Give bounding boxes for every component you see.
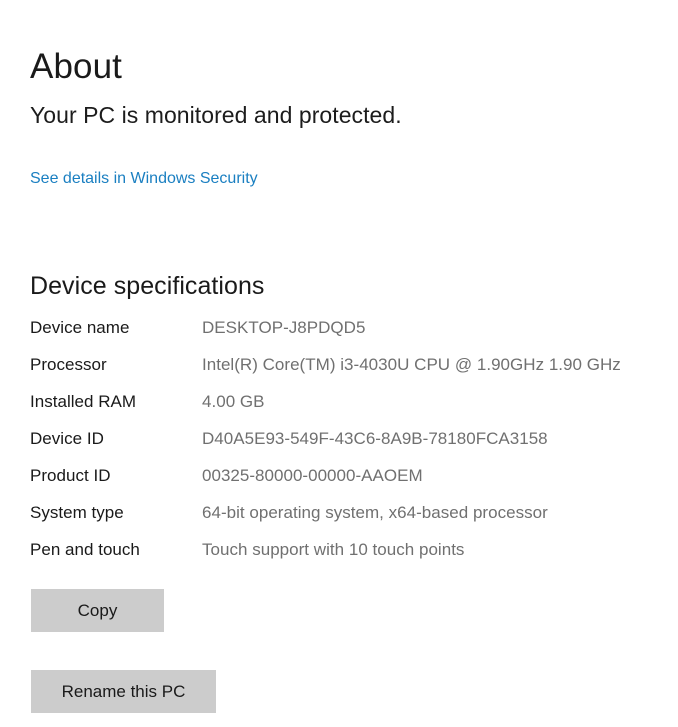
spec-label-device-id: Device ID: [30, 429, 104, 448]
device-specifications-heading: Device specifications: [30, 271, 265, 300]
spec-value-system-type: 64-bit operating system, x64-based proce…: [202, 503, 548, 522]
spec-label-system-type: System type: [30, 503, 124, 522]
spec-value-processor: Intel(R) Core(TM) i3-4030U CPU @ 1.90GHz…: [202, 355, 621, 374]
spec-label-device-name: Device name: [30, 318, 130, 337]
spec-value-product-id: 00325-80000-00000-AAOEM: [202, 466, 423, 485]
table-row: Device ID D40A5E93-549F-43C6-8A9B-78180FC…: [30, 427, 678, 464]
spec-value-pen-and-touch: Touch support with 10 touch points: [202, 540, 465, 559]
spec-label-pen-and-touch: Pen and touch: [30, 540, 140, 559]
spec-label-processor: Processor: [30, 355, 107, 374]
spec-label-installed-ram: Installed RAM: [30, 392, 137, 411]
copy-button[interactable]: Copy: [31, 589, 164, 632]
windows-security-details-link[interactable]: See details in Windows Security: [30, 168, 258, 190]
spec-label-product-id: Product ID: [30, 466, 111, 485]
spec-value-device-name: DESKTOP-J8PDQD5: [202, 318, 366, 337]
spec-value-installed-ram: 4.00 GB: [202, 392, 265, 411]
table-row: Processor Intel(R) Core(TM) i3-4030U CPU …: [30, 353, 678, 390]
protection-status-text: Your PC is monitored and protected.: [30, 102, 402, 128]
table-row: Device name DESKTOP-J8PDQD5: [30, 316, 678, 353]
about-settings-page: About Your PC is monitored and protected…: [0, 0, 678, 727]
device-specifications-table: Device name DESKTOP-J8PDQD5 Processor Inte…: [30, 316, 678, 575]
page-title: About: [30, 47, 122, 87]
rename-this-pc-button[interactable]: Rename this PC: [31, 670, 216, 713]
table-row: System type 64-bit operating system, x64-…: [30, 501, 678, 538]
table-row: Installed RAM 4.00 GB: [30, 390, 678, 427]
table-row: Product ID 00325-80000-00000-AAOEM: [30, 464, 678, 501]
spec-value-device-id: D40A5E93-549F-43C6-8A9B-78180FCA3158: [202, 429, 548, 448]
table-row: Pen and touch Touch support with 10 touch…: [30, 538, 678, 575]
